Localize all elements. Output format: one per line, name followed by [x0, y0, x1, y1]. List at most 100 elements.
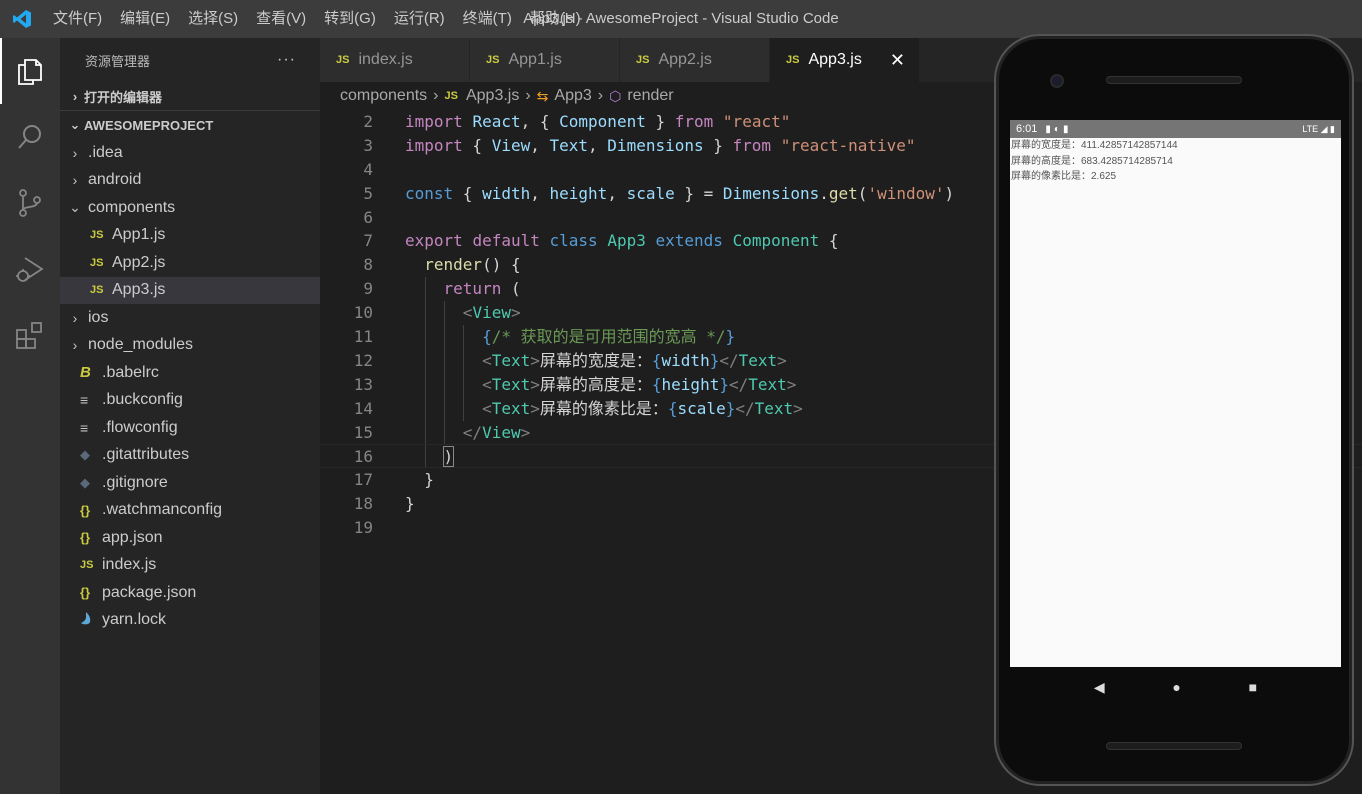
code-text: </View>	[462, 422, 531, 442]
tree-item-gitignore[interactable]: ◆ .gitignore	[60, 469, 320, 497]
line-number: 4	[363, 159, 373, 179]
code-text: render() {	[424, 255, 521, 275]
menu-view[interactable]: 查看(V)	[247, 0, 315, 38]
chevron-right-icon: ›	[433, 87, 439, 104]
tree-item-label: app.json	[102, 528, 163, 546]
class-symbol-icon: ⇆	[536, 87, 549, 104]
line-number: 6	[363, 207, 373, 227]
menu-file[interactable]: 文件(F)	[44, 0, 111, 38]
tree-item-flowconfig[interactable]: ≡ .flowconfig	[60, 414, 320, 442]
recents-icon[interactable]: ■	[1249, 679, 1257, 695]
home-icon[interactable]: ●	[1172, 679, 1180, 695]
json-file-icon: {}	[80, 530, 91, 546]
menu-run[interactable]: 运行(R)	[385, 0, 454, 38]
line-number: 18	[353, 494, 373, 514]
close-icon[interactable]: ✕	[890, 50, 905, 71]
tree-item-package-json[interactable]: {} package.json	[60, 579, 320, 607]
status-bar: 6:01 ▮◐▮ LTE ◢ ▮	[1010, 120, 1341, 138]
run-debug-icon[interactable]	[0, 236, 60, 302]
breadcrumb-method[interactable]: render	[627, 87, 673, 105]
search-icon[interactable]	[0, 104, 60, 170]
vscode-logo-icon	[0, 0, 44, 38]
tab-app3-js[interactable]: JS App3.js ✕	[770, 38, 920, 82]
tree-item-app3[interactable]: JS App3.js	[60, 276, 320, 304]
tree-item-label: index.js	[102, 556, 157, 574]
tree-item-gitattributes[interactable]: ◆ .gitattributes	[60, 442, 320, 470]
tree-item-index-js[interactable]: JS index.js	[60, 552, 320, 580]
camera-icon	[1050, 74, 1064, 88]
tree-item-android[interactable]: › android	[60, 167, 320, 195]
android-emulator: 6:01 ▮◐▮ LTE ◢ ▮ 屏幕的宽度是：411.428571428571…	[994, 34, 1354, 786]
menu-go[interactable]: 转到(G)	[315, 0, 385, 38]
breadcrumb-class[interactable]: App3	[554, 87, 591, 105]
tree-item-node-modules[interactable]: › node_modules	[60, 332, 320, 360]
tree-item-label: App3.js	[112, 281, 166, 299]
tab-index-js[interactable]: JS index.js	[320, 38, 470, 82]
code-text: export default class App3 extends Compon…	[405, 231, 839, 251]
config-file-icon: ≡	[80, 392, 89, 409]
more-actions-icon[interactable]: ···	[277, 51, 296, 69]
chevron-right-icon: ›	[597, 87, 604, 104]
speaker-grille	[1106, 742, 1242, 750]
menu-terminal[interactable]: 终端(T)	[454, 0, 521, 38]
tab-label: index.js	[358, 51, 413, 68]
chevron-right-icon: ›	[72, 88, 78, 104]
js-file-icon: JS	[80, 559, 94, 572]
tree-item-buckconfig[interactable]: ≡ .buckconfig	[60, 387, 320, 415]
tree-item-idea[interactable]: › .idea	[60, 139, 320, 167]
tree-item-components[interactable]: ⌄ components	[60, 194, 320, 222]
chevron-right-icon: ›	[72, 337, 78, 354]
tree-item-app1[interactable]: JS App1.js	[60, 222, 320, 250]
menu-selection[interactable]: 选择(S)	[179, 0, 247, 38]
status-time: 6:01	[1016, 123, 1038, 135]
emulator-screen[interactable]: 6:01 ▮◐▮ LTE ◢ ▮ 屏幕的宽度是：411.428571428571…	[1010, 120, 1341, 667]
line-number: 2	[363, 112, 373, 131]
network-status: LTE ◢ ▮	[1302, 123, 1335, 134]
tree-item-yarn-lock[interactable]: yarn.lock	[60, 607, 320, 635]
breadcrumb-folder[interactable]: components	[340, 87, 427, 105]
screen-height-text: 屏幕的高度是：683.4285714285714	[1011, 155, 1173, 167]
tab-app1-js[interactable]: JS App1.js	[470, 38, 620, 82]
open-editors-label: 打开的编辑器	[84, 89, 163, 105]
code-text: <Text>屏幕的高度是：{height}</Text>	[482, 374, 797, 394]
activity-bar	[0, 38, 60, 794]
js-file-icon: JS	[636, 54, 650, 66]
tab-app2-js[interactable]: JS App2.js	[620, 38, 770, 82]
tree-item-label: .idea	[88, 143, 123, 161]
tree-item-babelrc[interactable]: B .babelrc	[60, 359, 320, 387]
git-file-icon: ◆	[80, 474, 90, 490]
tree-item-label: .buckconfig	[102, 391, 183, 409]
js-file-icon: JS	[336, 54, 350, 66]
network-label: LTE	[1302, 123, 1319, 134]
explorer-icon[interactable]	[0, 38, 60, 104]
source-control-icon[interactable]	[0, 170, 60, 236]
tree-item-label: .gitattributes	[102, 446, 190, 464]
line-number: 9	[363, 279, 373, 299]
config-file-icon: ≡	[80, 419, 89, 436]
tree-item-label: package.json	[102, 583, 197, 601]
back-icon[interactable]: ◀	[1094, 679, 1105, 696]
tab-label: App3.js	[808, 51, 862, 68]
extensions-icon[interactable]	[0, 302, 60, 368]
title-bar: 文件(F) 编辑(E) 选择(S) 查看(V) 转到(G) 运行(R) 终端(T…	[0, 0, 1362, 38]
tree-item-label: App1.js	[112, 226, 166, 244]
tree-item-app-json[interactable]: {} app.json	[60, 524, 320, 552]
tab-label: App2.js	[658, 51, 712, 68]
notification-icons: ▮◐▮	[1045, 123, 1072, 135]
project-section[interactable]: ⌄ AWESOMEPROJECT	[60, 111, 320, 139]
menu-help[interactable]: 帮助(H)	[521, 0, 590, 38]
line-number: 13	[353, 374, 373, 394]
method-symbol-icon: ⬡	[609, 87, 622, 104]
tree-item-app2[interactable]: JS App2.js	[60, 249, 320, 277]
line-number: 8	[363, 255, 373, 275]
menu-edit[interactable]: 编辑(E)	[111, 0, 179, 38]
tree-item-watchmanconfig[interactable]: {} .watchmanconfig	[60, 497, 320, 525]
tree-item-label: android	[88, 171, 142, 189]
yarn-file-icon	[80, 611, 102, 629]
js-file-icon: JS	[90, 284, 104, 297]
json-file-icon: {}	[80, 585, 91, 601]
breadcrumb-file[interactable]: App3.js	[466, 87, 519, 105]
code-text: <Text>屏幕的像素比是：{scale}</Text>	[482, 398, 803, 418]
open-editors-section[interactable]: › 打开的编辑器	[60, 82, 320, 110]
tree-item-ios[interactable]: › ios	[60, 304, 320, 332]
